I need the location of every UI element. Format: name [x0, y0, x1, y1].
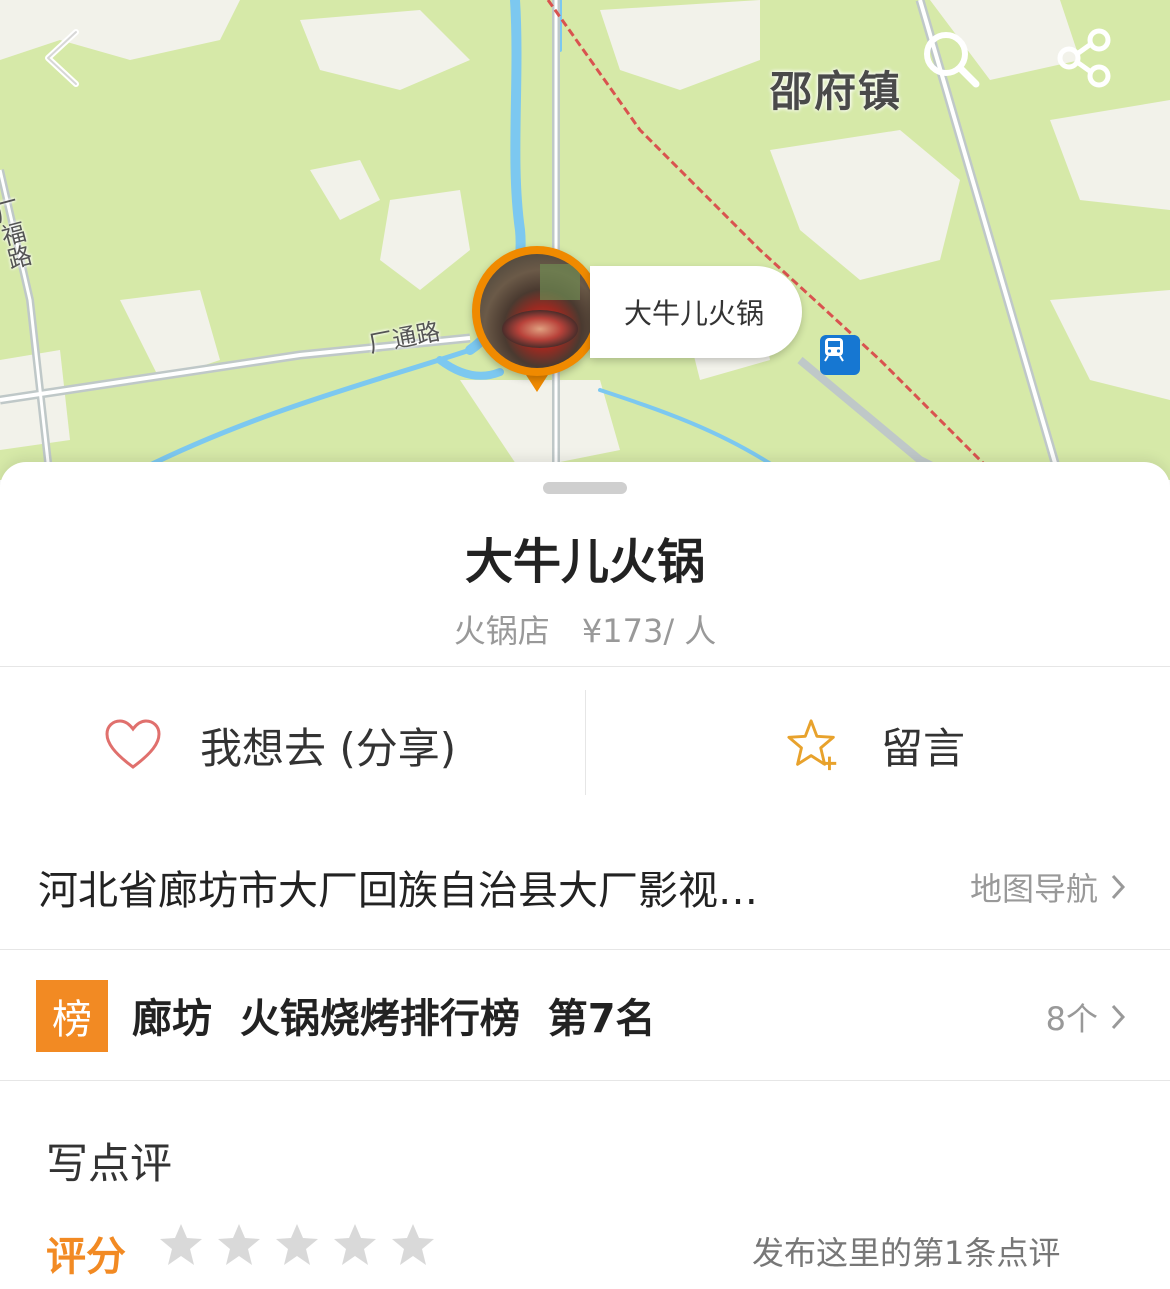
place-map-pin[interactable]: [472, 246, 602, 394]
publish-hint[interactable]: 发布这里的第1条点评: [752, 1228, 1060, 1274]
share-icon: [1057, 28, 1111, 88]
divider: [0, 666, 1170, 667]
chevron-right-icon: [1111, 1004, 1126, 1030]
place-detail-sheet: 大牛儿火锅 火锅店 ¥173/ 人 我想去 (分享) 留言 河北省廊坊市大厂回族…: [0, 462, 1170, 1289]
train-icon: [824, 338, 844, 362]
comment-button[interactable]: 留言: [785, 690, 965, 800]
map-view[interactable]: 邵府镇 厂通路 厂福路 大牛儿火锅: [0, 0, 1170, 480]
action-separator: [585, 690, 586, 795]
back-button[interactable]: [40, 28, 110, 98]
star-add-icon: [785, 716, 843, 774]
ranking-count-label: 8个: [1045, 1000, 1098, 1038]
divider: [0, 1080, 1170, 1081]
rating-stars[interactable]: [158, 1222, 448, 1268]
place-subtitle: 火锅店 ¥173/ 人: [0, 606, 1170, 652]
divider: [0, 949, 1170, 950]
map-town-label: 邵府镇: [770, 67, 903, 116]
rating-star-icon[interactable]: [390, 1222, 436, 1268]
place-photo: [480, 254, 594, 368]
train-station-icon[interactable]: [820, 335, 860, 375]
search-button[interactable]: [920, 28, 990, 98]
chevron-right-icon: [1111, 874, 1126, 900]
map-canvas: [0, 0, 1170, 480]
want-to-go-button[interactable]: 我想去 (分享): [104, 690, 456, 800]
ranking-text: 廊坊 火锅烧烤排行榜 第7名: [132, 996, 656, 1042]
sheet-drag-handle[interactable]: [543, 482, 627, 494]
place-title: 大牛儿火锅: [464, 534, 705, 590]
address-text: 河北省廊坊市大厂回族自治县大厂影视…: [38, 868, 758, 914]
search-icon: [924, 32, 980, 88]
place-price: ¥173/ 人: [581, 612, 717, 650]
address-row[interactable]: 河北省廊坊市大厂回族自治县大厂影视… 地图导航: [0, 832, 1170, 942]
rating-star-icon[interactable]: [332, 1222, 378, 1268]
rating-star-icon[interactable]: [216, 1222, 262, 1268]
write-review-title: 写点评: [46, 1139, 173, 1188]
comment-label: 留言: [881, 723, 966, 773]
ranking-badge: 榜: [36, 980, 108, 1052]
rating-star-icon[interactable]: [274, 1222, 320, 1268]
pin-label-bubble[interactable]: 大牛儿火锅: [590, 266, 802, 358]
heart-icon: [104, 716, 162, 774]
share-button[interactable]: [1055, 28, 1125, 98]
ranking-count: 8个: [1046, 994, 1126, 1040]
map-navigation-label: 地图导航: [969, 870, 1098, 908]
want-to-go-label: 我想去 (分享): [200, 723, 457, 773]
chevron-left-icon: [45, 29, 79, 87]
map-navigation-link[interactable]: 地图导航: [970, 864, 1126, 910]
ranking-row[interactable]: 榜 廊坊 火锅烧烤排行榜 第7名 8个: [0, 952, 1170, 1080]
rating-label: 评分: [46, 1234, 126, 1280]
rating-star-icon[interactable]: [158, 1222, 204, 1268]
place-category: 火锅店: [453, 612, 550, 650]
